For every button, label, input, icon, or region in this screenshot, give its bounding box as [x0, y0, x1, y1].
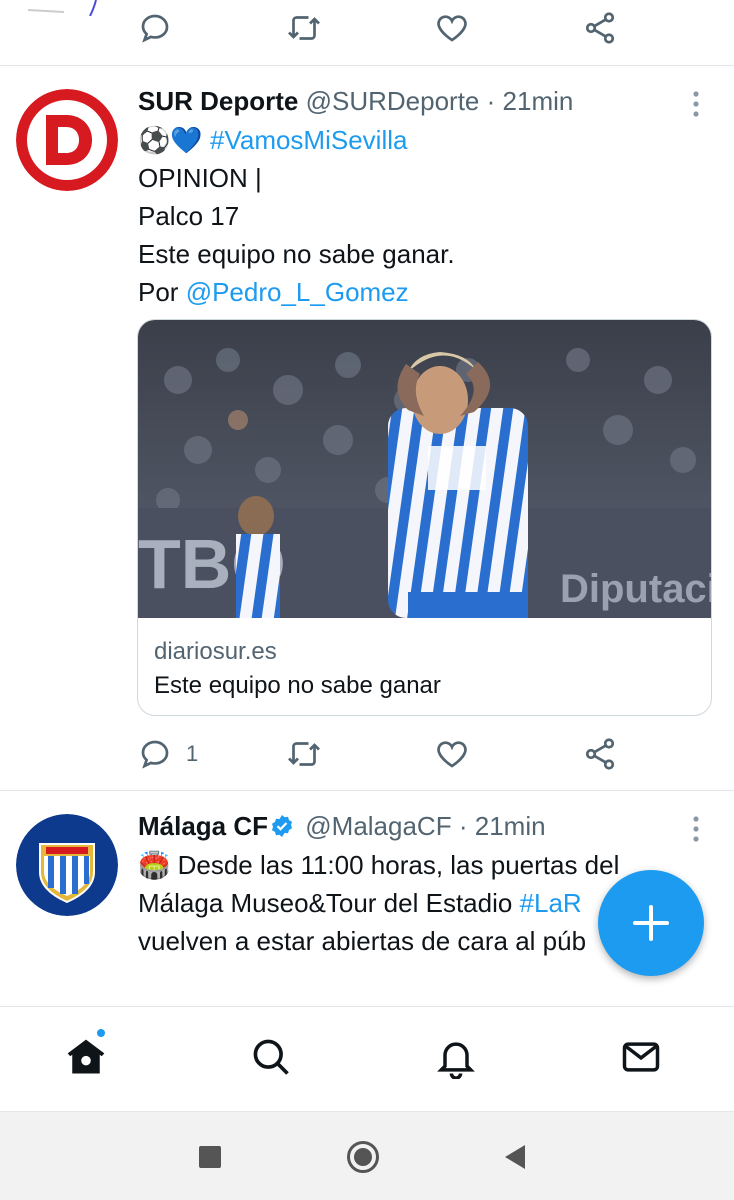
home-circle-icon[interactable]: [346, 1140, 380, 1174]
header-separator: ·: [458, 811, 468, 841]
more-options-icon[interactable]: [684, 89, 708, 119]
reply-count: 1: [186, 741, 199, 766]
header-separator: ·: [486, 86, 496, 116]
card-image: TBO Diputació: [138, 320, 712, 618]
card-domain: diariosur.es: [154, 638, 277, 665]
retweet-icon[interactable]: [286, 736, 322, 772]
home-icon[interactable]: [64, 1035, 108, 1079]
notifications-icon[interactable]: [434, 1035, 478, 1079]
tweet-line: Málaga Museo&Tour del Estadio: [138, 888, 520, 918]
hashtag-link[interactable]: #LaR: [520, 888, 582, 918]
avatar[interactable]: D: [16, 89, 118, 191]
tweet-line: vuelven a estar abiertas de cara al púb: [138, 926, 587, 956]
tweet-text: ⚽💙 #VamosMiSevilla OPINION | Palco 17 Es…: [138, 121, 455, 311]
reply-icon[interactable]: [137, 736, 173, 772]
tweet-line: OPINION |: [138, 163, 262, 193]
more-options-icon[interactable]: [684, 814, 708, 844]
like-icon[interactable]: [434, 736, 470, 772]
card-title: Este equipo no sabe ganar: [154, 672, 441, 699]
new-content-dot: [95, 1027, 107, 1039]
hashtag-link[interactable]: #VamosMiSevilla: [210, 125, 407, 155]
tweet-line: Desde las 11:00 horas, las puertas del: [170, 850, 620, 880]
tweet-text: 🏟️ Desde las 11:00 horas, las puertas de…: [138, 846, 619, 960]
plus-icon: [631, 903, 671, 943]
previous-tweet-media-fragment: [27, 0, 97, 16]
author-name[interactable]: SUR Deporte: [138, 86, 298, 116]
tweet-line: Por: [138, 277, 186, 307]
sur-deporte-logo: D: [16, 89, 118, 191]
compose-tweet-button[interactable]: [598, 870, 704, 976]
recent-apps-icon[interactable]: [193, 1140, 227, 1174]
tweet-time[interactable]: 21min: [475, 811, 546, 841]
retweet-icon[interactable]: [286, 10, 322, 46]
mention-link[interactable]: @Pedro_L_Gomez: [186, 277, 409, 307]
author-name[interactable]: Málaga CF: [138, 811, 268, 841]
like-icon[interactable]: [434, 10, 470, 46]
previous-tweet-actions: [0, 0, 734, 66]
tweet-header: Málaga CF @MalagaCF · 21min: [138, 810, 546, 842]
system-navigation-bar: [0, 1111, 734, 1200]
avatar[interactable]: [16, 814, 118, 916]
search-icon[interactable]: [249, 1035, 293, 1079]
tweet-line: Este equipo no sabe ganar.: [138, 239, 455, 269]
verified-badge-icon: [270, 814, 294, 838]
emoji: 🏟️: [138, 850, 171, 880]
svg-text:Diputació: Diputació: [560, 567, 712, 611]
bottom-navigation: [0, 1006, 734, 1111]
malaga-cf-crest: [16, 814, 118, 916]
emoji: ⚽💙: [138, 125, 203, 155]
author-handle[interactable]: @MalagaCF: [305, 811, 451, 841]
messages-icon[interactable]: [619, 1035, 663, 1079]
share-icon[interactable]: [582, 10, 618, 46]
tweet-sur-deporte[interactable]: D SUR Deporte @SURDeporte · 21min ⚽💙 #Va…: [0, 67, 734, 791]
tweet-line: Palco 17: [138, 201, 240, 231]
share-icon[interactable]: [582, 736, 618, 772]
back-icon[interactable]: [499, 1140, 533, 1174]
link-card[interactable]: TBO Diputació diariosur.es Este equipo n…: [137, 319, 712, 716]
tweet-time[interactable]: 21min: [503, 86, 574, 116]
author-handle[interactable]: @SURDeporte: [306, 86, 480, 116]
reply-icon[interactable]: [137, 10, 173, 46]
tweet-header: SUR Deporte @SURDeporte · 21min: [138, 85, 573, 117]
